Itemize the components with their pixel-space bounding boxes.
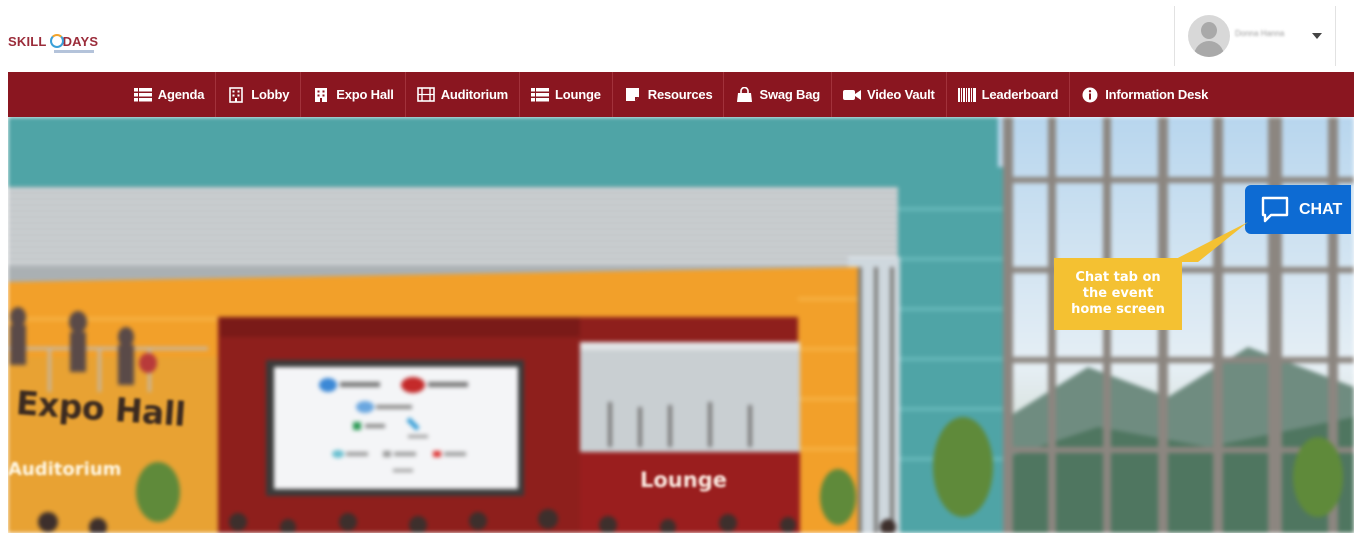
caret-down-icon[interactable] [1312,33,1322,39]
nav-item-swag-bag[interactable]: Swag Bag [724,72,833,117]
building-icon [227,86,245,103]
avatar[interactable] [1188,15,1230,57]
top-header: SKILL DAYS Donna Hanna [0,0,1354,72]
nav-item-agenda[interactable]: Agenda [123,72,217,117]
nav-label: Expo Hall [336,87,394,102]
nav-label: Resources [647,87,713,102]
nav-label: Video Vault [867,87,935,102]
nav-label: Auditorium [440,87,509,102]
chat-bubble-icon [1261,196,1289,223]
nav-label: Lounge [555,87,601,102]
barcode-icon [957,87,976,103]
lounge-sign[interactable]: Lounge [640,468,727,492]
note-icon [624,87,642,103]
nav-label: Leaderboard [981,87,1059,102]
nav-item-lounge[interactable]: Lounge [520,72,613,117]
chat-callout-annotation: Chat tab on the event home screen [1054,258,1182,330]
info-circle-icon [1081,87,1099,103]
skilldays-logo[interactable]: SKILL DAYS [8,26,98,56]
chat-tab[interactable]: CHAT [1245,185,1351,234]
main-nav: Agenda Lobby Expo Hall Auditorium Lounge [8,72,1354,117]
chat-tab-label: CHAT [1299,200,1343,218]
logo-text-right: DAYS [62,33,99,49]
nav-label: Agenda [157,87,205,102]
building-icon [312,87,330,103]
avatar-body-shape [1194,41,1224,57]
logo-tagline [54,50,94,53]
nav-item-auditorium[interactable]: Auditorium [406,72,521,117]
nav-item-lobby[interactable]: Lobby [216,72,302,117]
user-name[interactable]: Donna Hanna [1235,29,1284,38]
user-menu[interactable]: Donna Hanna [1174,6,1336,66]
nav-label: Swag Bag [759,87,821,102]
logo-mark-icon [48,34,64,48]
film-icon [416,87,435,103]
shopping-bag-icon [735,86,753,103]
nav-item-resources[interactable]: Resources [613,72,725,117]
nav-label: Information Desk [1105,87,1209,102]
list-icon [531,87,550,103]
video-camera-icon [843,87,862,103]
nav-item-information-desk[interactable]: Information Desk [1070,72,1219,117]
nav-item-video-vault[interactable]: Video Vault [832,72,947,117]
logo-text-left: SKILL [8,33,47,49]
avatar-head-shape [1201,22,1217,39]
nav-label: Lobby [251,87,290,102]
list-icon [133,87,152,103]
callout-text: Chat tab on the event home screen [1071,270,1165,317]
nav-item-leaderboard[interactable]: Leaderboard [947,72,1071,117]
nav-item-expo-hall[interactable]: Expo Hall [301,72,406,117]
auditorium-sign[interactable]: Auditorium [8,459,121,480]
